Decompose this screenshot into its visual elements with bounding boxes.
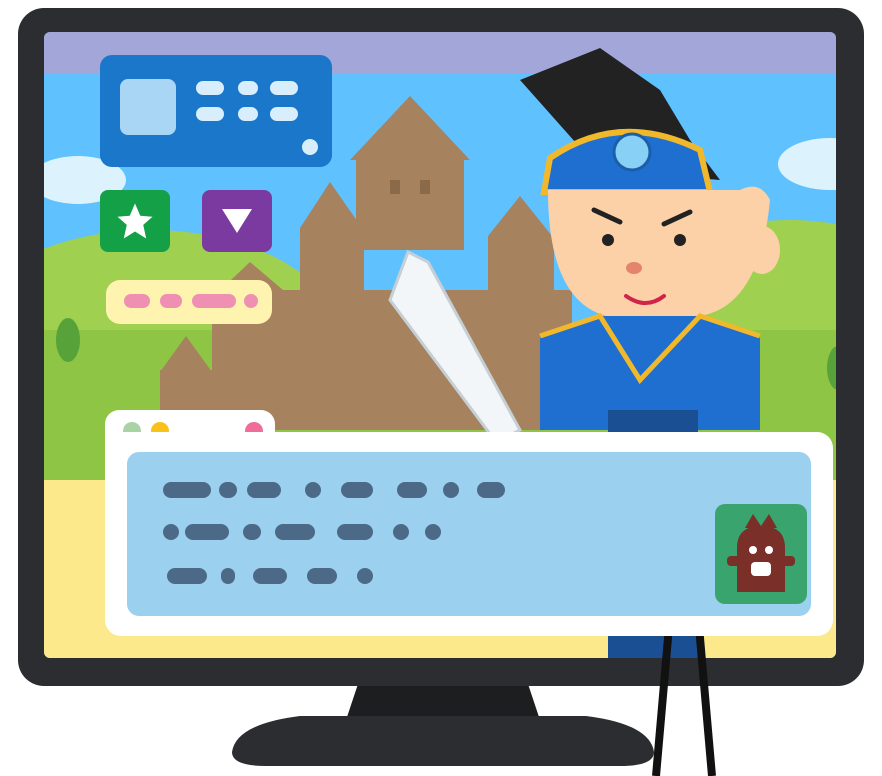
dialog-text-line	[167, 568, 207, 584]
dialog-text-line	[221, 568, 235, 584]
dialog-text-line	[443, 482, 459, 498]
dialog-text-line	[253, 568, 287, 584]
skill-button-triangle[interactable]	[202, 190, 272, 252]
health-segment	[244, 294, 258, 308]
bush	[56, 318, 80, 362]
dialog-text-line	[477, 482, 505, 498]
cloud	[778, 138, 836, 190]
dialog-text-line	[305, 482, 321, 498]
dialog-text-line	[163, 524, 179, 540]
dialog-text-line	[337, 524, 373, 540]
hp-segment	[196, 81, 224, 95]
dialog-text-line	[219, 482, 237, 498]
panel-indicator	[302, 139, 318, 155]
hp-segment	[238, 81, 258, 95]
dialog-text-line	[357, 568, 373, 584]
dialog-text-line	[163, 482, 211, 498]
health-segment	[192, 294, 236, 308]
health-segment	[124, 294, 150, 308]
dialog-text-line	[243, 524, 261, 540]
monster-portrait	[715, 504, 807, 604]
dialog-text-line	[185, 524, 229, 540]
dialog-text-line	[275, 524, 315, 540]
dialog-text-line	[397, 482, 427, 498]
status-panel	[100, 55, 332, 167]
monster-icon	[727, 514, 795, 592]
dialog-text-line	[247, 482, 281, 498]
star-icon	[117, 203, 153, 239]
dialog-text-area	[127, 452, 811, 616]
health-segment	[160, 294, 182, 308]
hp-segment	[238, 107, 258, 121]
item-slot	[270, 107, 298, 121]
dialog-window[interactable]	[105, 410, 833, 636]
dialog-text-line	[425, 524, 441, 540]
dialog-text-line	[393, 524, 409, 540]
character-portrait-slot	[120, 79, 176, 135]
dialog-text-line	[341, 482, 373, 498]
dialog-text-line	[307, 568, 337, 584]
skill-button-star[interactable]	[100, 190, 170, 252]
triangle-down-icon	[222, 209, 252, 233]
item-slot	[270, 81, 298, 95]
health-bar	[106, 280, 272, 324]
hp-segment	[196, 107, 224, 121]
